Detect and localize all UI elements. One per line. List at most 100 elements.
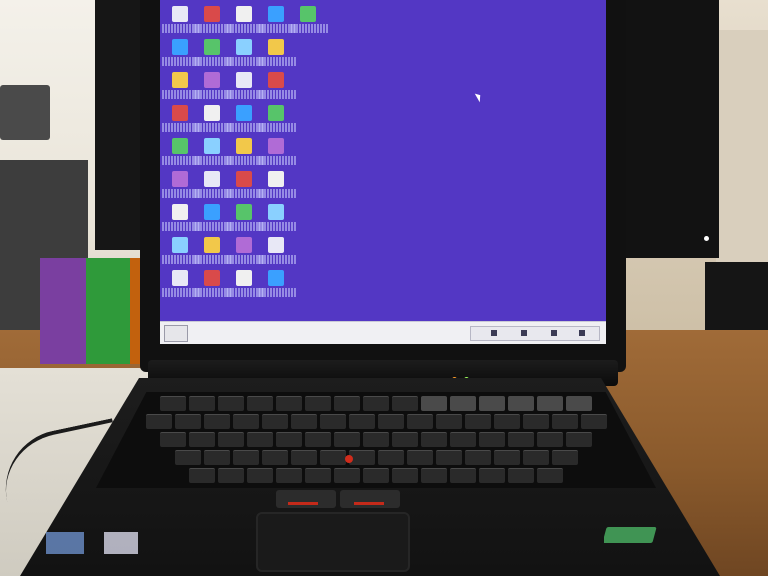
desktop-shortcut-icon[interactable] xyxy=(162,105,200,137)
key[interactable] xyxy=(305,396,331,411)
desktop-shortcut-icon[interactable] xyxy=(226,171,264,203)
desktop-shortcut-icon[interactable] xyxy=(258,171,296,203)
key[interactable] xyxy=(305,432,331,447)
key[interactable] xyxy=(203,450,230,465)
key[interactable] xyxy=(580,414,607,429)
desktop-shortcut-icon[interactable] xyxy=(194,6,232,38)
desktop-shortcut-icon[interactable] xyxy=(226,6,264,38)
key[interactable] xyxy=(334,432,360,447)
key[interactable] xyxy=(421,432,447,447)
desktop-shortcut-icon[interactable] xyxy=(258,204,296,236)
key[interactable] xyxy=(566,432,592,447)
key[interactable] xyxy=(450,396,476,411)
desktop-shortcut-icon[interactable] xyxy=(194,237,232,269)
key[interactable] xyxy=(232,450,259,465)
key[interactable] xyxy=(508,432,534,447)
key[interactable] xyxy=(493,414,520,429)
left-mouse-button[interactable] xyxy=(276,490,336,508)
key[interactable] xyxy=(218,396,244,411)
key[interactable] xyxy=(160,396,186,411)
key[interactable] xyxy=(189,396,215,411)
desktop-shortcut-icon[interactable] xyxy=(258,6,296,38)
key[interactable] xyxy=(319,414,346,429)
trackpoint[interactable] xyxy=(345,455,353,463)
key[interactable] xyxy=(493,450,520,465)
desktop-shortcut-icon[interactable] xyxy=(194,204,232,236)
key[interactable] xyxy=(522,450,549,465)
desktop-shortcut-icon[interactable] xyxy=(258,72,296,104)
key[interactable] xyxy=(522,414,549,429)
start-button[interactable] xyxy=(164,325,188,342)
keyboard[interactable] xyxy=(96,392,656,488)
key[interactable] xyxy=(566,396,592,411)
key[interactable] xyxy=(479,432,505,447)
desktop-shortcut-icon[interactable] xyxy=(162,237,200,269)
desktop-shortcut-icon[interactable] xyxy=(162,72,200,104)
key[interactable] xyxy=(247,468,273,483)
key[interactable] xyxy=(261,414,288,429)
right-mouse-button[interactable] xyxy=(340,490,400,508)
key[interactable] xyxy=(508,396,534,411)
key[interactable] xyxy=(377,450,404,465)
mouse-buttons[interactable] xyxy=(270,490,410,508)
key[interactable] xyxy=(479,396,505,411)
desktop-shortcut-icon[interactable] xyxy=(162,39,200,71)
key[interactable] xyxy=(421,468,447,483)
desktop-shortcut-icon[interactable] xyxy=(162,270,200,302)
key[interactable] xyxy=(435,414,462,429)
key[interactable] xyxy=(276,396,302,411)
key[interactable] xyxy=(363,396,389,411)
key[interactable] xyxy=(174,414,201,429)
desktop-shortcut-icon[interactable] xyxy=(258,237,296,269)
desktop-shortcut-icon[interactable] xyxy=(226,138,264,170)
key[interactable] xyxy=(334,396,360,411)
desktop-shortcut-icon[interactable] xyxy=(258,270,296,302)
desktop-shortcut-icon[interactable] xyxy=(194,105,232,137)
key[interactable] xyxy=(189,468,215,483)
key[interactable] xyxy=(305,468,331,483)
touchpad[interactable] xyxy=(256,512,410,572)
key[interactable] xyxy=(247,432,273,447)
key[interactable] xyxy=(276,468,302,483)
key[interactable] xyxy=(290,414,317,429)
key[interactable] xyxy=(189,432,215,447)
key[interactable] xyxy=(551,450,578,465)
key[interactable] xyxy=(392,396,418,411)
key[interactable] xyxy=(537,432,563,447)
key[interactable] xyxy=(363,432,389,447)
key[interactable] xyxy=(334,468,360,483)
key[interactable] xyxy=(276,432,302,447)
key[interactable] xyxy=(290,450,317,465)
key[interactable] xyxy=(218,468,244,483)
key[interactable] xyxy=(174,450,201,465)
desktop-shortcut-icon[interactable] xyxy=(194,39,232,71)
desktop-shortcut-icon[interactable] xyxy=(226,39,264,71)
key[interactable] xyxy=(218,432,244,447)
desktop-shortcut-icon[interactable] xyxy=(258,138,296,170)
desktop-shortcut-icon[interactable] xyxy=(194,138,232,170)
key[interactable] xyxy=(145,414,172,429)
key[interactable] xyxy=(421,396,447,411)
key[interactable] xyxy=(537,468,563,483)
key[interactable] xyxy=(392,468,418,483)
key[interactable] xyxy=(160,432,186,447)
key[interactable] xyxy=(377,414,404,429)
desktop-shortcut-icon[interactable] xyxy=(162,171,200,203)
key[interactable] xyxy=(464,414,491,429)
key[interactable] xyxy=(537,396,563,411)
key[interactable] xyxy=(319,450,346,465)
desktop-shortcut-icon[interactable] xyxy=(258,105,296,137)
key[interactable] xyxy=(450,432,476,447)
key[interactable] xyxy=(392,432,418,447)
key[interactable] xyxy=(435,450,462,465)
desktop-shortcut-icon[interactable] xyxy=(226,270,264,302)
key[interactable] xyxy=(261,450,288,465)
desktop-shortcut-icon[interactable] xyxy=(258,39,296,71)
desktop-shortcut-icon[interactable] xyxy=(194,270,232,302)
desktop-shortcut-icon[interactable] xyxy=(226,105,264,137)
key[interactable] xyxy=(406,414,433,429)
key[interactable] xyxy=(551,414,578,429)
desktop-shortcut-icon[interactable] xyxy=(194,171,232,203)
desktop-shortcut-icon[interactable] xyxy=(226,72,264,104)
desktop-shortcut-icon[interactable] xyxy=(226,204,264,236)
